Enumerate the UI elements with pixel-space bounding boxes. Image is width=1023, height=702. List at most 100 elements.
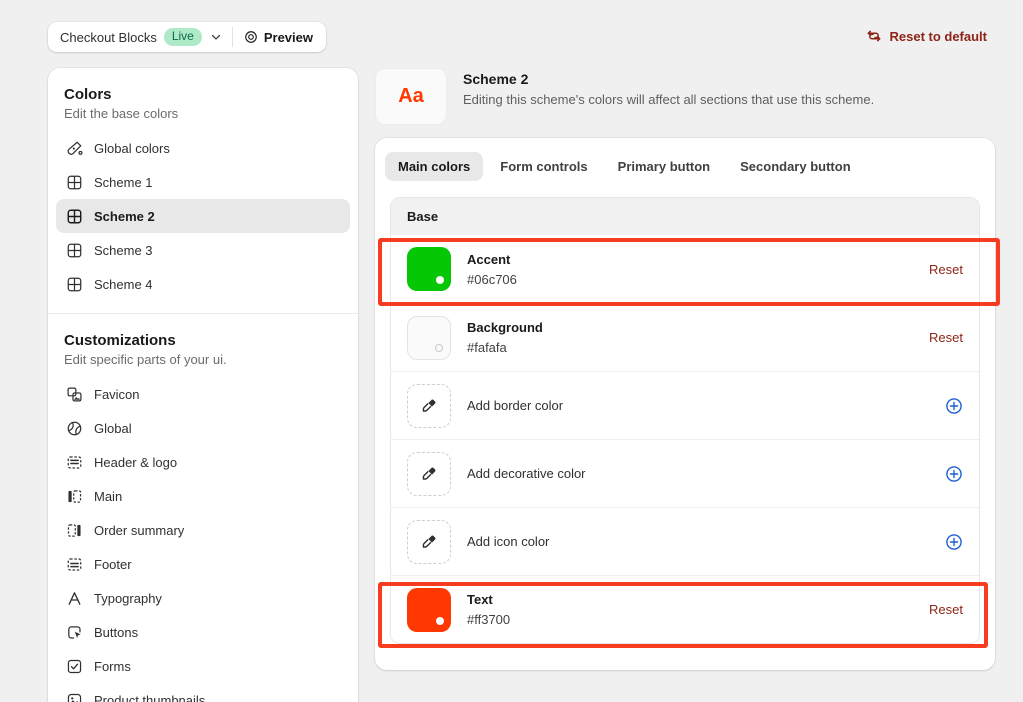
- tab-main-colors[interactable]: Main colors: [385, 152, 483, 181]
- colors-section-subtitle: Edit the base colors: [64, 106, 342, 121]
- scheme-preview-swatch: Aa: [375, 68, 447, 125]
- color-rows: Accent #06c706 Reset Background #fafafa …: [391, 235, 979, 643]
- checkout-control-group: Checkout Blocks Live Preview: [48, 22, 326, 52]
- main-layout-icon: [66, 488, 83, 505]
- tab-primary-button[interactable]: Primary button: [605, 152, 723, 181]
- color-swatch-add-decorative[interactable]: [407, 452, 451, 496]
- color-row-add-decorative[interactable]: Add decorative color: [391, 439, 979, 507]
- preview-button[interactable]: Preview: [233, 22, 326, 52]
- sidebar-item-scheme-2[interactable]: Scheme 2: [56, 199, 350, 233]
- header-icon: [66, 454, 83, 471]
- swatch-indicator-dot: [436, 276, 444, 284]
- color-value: #fafafa: [467, 340, 929, 355]
- letter-a-icon: [66, 590, 83, 607]
- sidebar: Colors Edit the base colors Global color…: [48, 68, 358, 702]
- add-border-color-button[interactable]: [945, 397, 963, 415]
- sidebar-item-favicon[interactable]: Favicon: [56, 377, 350, 411]
- sidebar-item-label: Product thumbnails: [94, 693, 205, 702]
- order-summary-icon: [66, 522, 83, 539]
- add-icon-color-button[interactable]: [945, 533, 963, 551]
- sidebar-item-label: Global: [94, 421, 132, 436]
- top-toolbar: Checkout Blocks Live Preview: [0, 0, 1023, 62]
- colors-section-header: Colors Edit the base colors: [48, 68, 358, 121]
- color-row-text: Text #ff3700: [467, 592, 929, 627]
- color-label: Accent: [467, 252, 929, 267]
- sidebar-item-global[interactable]: Global: [56, 411, 350, 445]
- sidebar-item-label: Scheme 2: [94, 209, 155, 224]
- color-label: Add decorative color: [467, 466, 945, 481]
- sidebar-item-order-summary[interactable]: Order summary: [56, 513, 350, 547]
- store-title: Checkout Blocks: [60, 30, 157, 45]
- page-title: Scheme 2: [463, 71, 874, 87]
- sidebar-item-label: Order summary: [94, 523, 184, 538]
- sidebar-item-footer[interactable]: Footer: [56, 547, 350, 581]
- preview-label: Preview: [264, 30, 313, 45]
- color-row-text-color[interactable]: Text #ff3700 Reset: [391, 575, 979, 643]
- add-decorative-color-button[interactable]: [945, 465, 963, 483]
- sidebar-item-typography[interactable]: Typography: [56, 581, 350, 615]
- base-colors-group: Base Accent #06c706 Reset: [390, 197, 980, 644]
- grid-panel-icon: [66, 208, 83, 225]
- color-row-accent[interactable]: Accent #06c706 Reset: [391, 235, 979, 303]
- sidebar-item-label: Forms: [94, 659, 131, 674]
- grid-panel-icon: [66, 242, 83, 259]
- sidebar-item-label: Footer: [94, 557, 132, 572]
- sidebar-item-label: Scheme 3: [94, 243, 153, 258]
- sidebar-item-header-logo[interactable]: Header & logo: [56, 445, 350, 479]
- color-row-background[interactable]: Background #fafafa Reset: [391, 303, 979, 371]
- customizations-section-title: Customizations: [64, 332, 342, 349]
- color-row-text: Add border color: [467, 398, 945, 413]
- refresh-icon: [866, 28, 882, 44]
- color-swatch-background[interactable]: [407, 316, 451, 360]
- color-row-text: Background #fafafa: [467, 320, 929, 355]
- reset-link-text[interactable]: Reset: [929, 602, 963, 617]
- sidebar-item-label: Favicon: [94, 387, 140, 402]
- sidebar-item-forms[interactable]: Forms: [56, 649, 350, 683]
- photo-icon: [66, 692, 83, 702]
- sidebar-item-global-colors[interactable]: Global colors: [56, 131, 350, 165]
- cursor-click-icon: [66, 624, 83, 641]
- sidebar-item-scheme-4[interactable]: Scheme 4: [56, 267, 350, 301]
- color-value: #06c706: [467, 272, 929, 287]
- store-selector[interactable]: Checkout Blocks Live: [48, 22, 232, 52]
- sidebar-item-scheme-3[interactable]: Scheme 3: [56, 233, 350, 267]
- image-icon: [66, 386, 83, 403]
- color-label: Text: [467, 592, 929, 607]
- sidebar-item-main[interactable]: Main: [56, 479, 350, 513]
- colors-section-title: Colors: [64, 86, 342, 103]
- color-row-text: Accent #06c706: [467, 252, 929, 287]
- color-value: #ff3700: [467, 612, 929, 627]
- eyedropper-icon: [420, 533, 438, 551]
- tab-form-controls[interactable]: Form controls: [487, 152, 600, 181]
- eye-icon: [244, 30, 258, 44]
- color-swatch-add-border[interactable]: [407, 384, 451, 428]
- sidebar-item-label: Scheme 1: [94, 175, 153, 190]
- colors-panel: Main colors Form controls Primary button…: [375, 138, 995, 670]
- tab-secondary-button[interactable]: Secondary button: [727, 152, 864, 181]
- color-swatch-text[interactable]: [407, 588, 451, 632]
- sidebar-item-buttons[interactable]: Buttons: [56, 615, 350, 649]
- reset-link-background[interactable]: Reset: [929, 330, 963, 345]
- sidebar-item-label: Header & logo: [94, 455, 177, 470]
- color-row-add-border[interactable]: Add border color: [391, 371, 979, 439]
- tab-bar: Main colors Form controls Primary button…: [375, 138, 995, 191]
- eyedropper-icon: [420, 397, 438, 415]
- sidebar-item-label: Scheme 4: [94, 277, 153, 292]
- colors-nav-list: Global colors Scheme 1 Scheme 2: [48, 131, 358, 301]
- color-swatch-accent[interactable]: [407, 247, 451, 291]
- color-row-add-icon[interactable]: Add icon color: [391, 507, 979, 575]
- sidebar-item-scheme-1[interactable]: Scheme 1: [56, 165, 350, 199]
- grid-panel-icon: [66, 276, 83, 293]
- customizations-section-subtitle: Edit specific parts of your ui.: [64, 352, 342, 367]
- reset-link-accent[interactable]: Reset: [929, 262, 963, 277]
- grid-panel-icon: [66, 174, 83, 191]
- sidebar-item-label: Main: [94, 489, 122, 504]
- scheme-header: Aa Scheme 2 Editing this scheme's colors…: [375, 68, 874, 125]
- sidebar-item-product-thumbnails[interactable]: Product thumbnails: [56, 683, 350, 702]
- reset-to-default-button[interactable]: Reset to default: [866, 28, 987, 44]
- chevron-down-icon: [209, 30, 223, 44]
- scheme-preview-text: Aa: [398, 85, 424, 108]
- reset-to-default-label: Reset to default: [889, 29, 987, 44]
- color-label: Background: [467, 320, 929, 335]
- color-swatch-add-icon[interactable]: [407, 520, 451, 564]
